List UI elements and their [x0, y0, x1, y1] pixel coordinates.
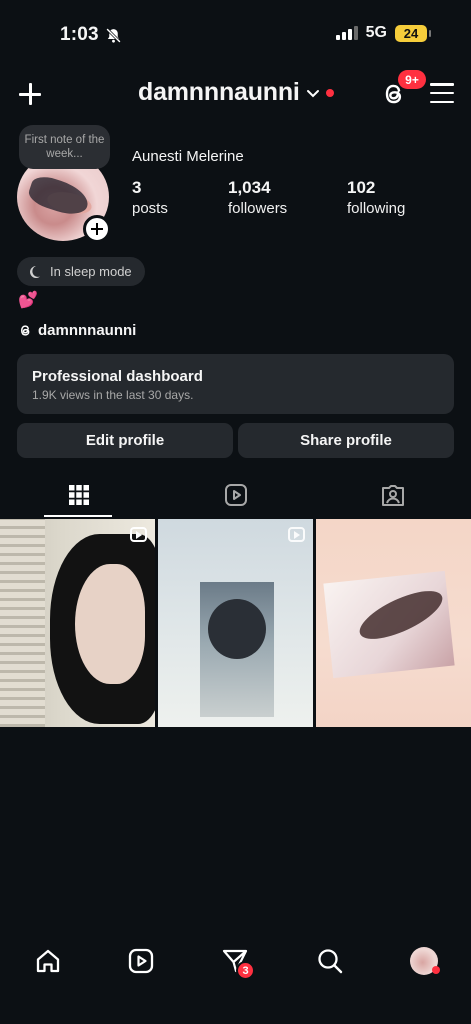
post-thumbnail[interactable] — [158, 519, 313, 727]
dashboard-subtitle: 1.9K views in the last 30 days. — [32, 388, 194, 402]
menu-button[interactable] — [430, 83, 454, 103]
note-bubble[interactable]: First note of the week... — [19, 125, 110, 169]
add-story-button[interactable] — [83, 215, 111, 243]
following-count: 102 — [347, 178, 376, 197]
professional-dashboard[interactable]: Professional dashboard 1.9K views in the… — [17, 354, 454, 414]
tab-tagged[interactable] — [314, 478, 471, 518]
post-thumbnail[interactable] — [316, 519, 471, 727]
notifications-badge: 9+ — [398, 70, 426, 89]
tab-grid[interactable] — [0, 478, 157, 518]
battery-icon: 24 — [395, 24, 431, 42]
dashboard-title: Professional dashboard — [32, 368, 203, 385]
battery-level: 24 — [403, 25, 419, 41]
following-label: following — [347, 200, 406, 217]
search-icon — [318, 949, 343, 974]
followers-stat[interactable]: 1,034 followers — [228, 178, 287, 217]
menu-line — [430, 83, 454, 86]
threads-handle: damnnnaunni — [38, 322, 137, 339]
nav-home[interactable] — [33, 946, 63, 976]
status-indicators: 5G 24 — [335, 24, 431, 42]
tagged-icon — [381, 485, 404, 506]
time-text: 1:03 — [60, 24, 99, 45]
nav-search[interactable] — [315, 946, 345, 976]
active-tab-indicator — [44, 515, 112, 517]
create-button[interactable] — [16, 80, 44, 108]
reel-icon — [130, 527, 147, 542]
threads-icon — [20, 325, 30, 336]
status-pill[interactable]: In sleep mode — [17, 257, 145, 286]
post-thumbnail[interactable] — [0, 519, 155, 727]
followers-label: followers — [228, 200, 288, 217]
edit-profile-button[interactable]: Edit profile — [17, 423, 233, 458]
menu-line — [430, 91, 454, 95]
status-pill-label: In sleep mode — [50, 264, 132, 279]
grid-icon — [68, 485, 89, 505]
following-stat[interactable]: 102 following — [347, 178, 405, 217]
account-switcher[interactable]: damnnnaunni — [138, 78, 334, 107]
posts-count: 3 — [132, 178, 142, 197]
unseen-dot — [325, 88, 334, 97]
reels-icon — [224, 484, 247, 506]
menu-line — [430, 100, 454, 103]
signal-icon — [335, 26, 358, 40]
username: damnnnaunni — [138, 78, 300, 106]
note-text: First note of the week... — [24, 134, 105, 160]
home-icon — [36, 949, 60, 973]
network-label: 5G — [365, 24, 387, 41]
tab-reels[interactable] — [157, 478, 314, 518]
reels-icon — [128, 948, 154, 974]
reel-icon — [288, 527, 305, 542]
threads-link[interactable]: damnnnaunni — [18, 322, 136, 339]
posts-label: posts — [132, 200, 168, 217]
bell-slash-icon — [105, 27, 121, 43]
messages-badge: 3 — [236, 961, 255, 980]
followers-count: 1,034 — [228, 178, 271, 197]
full-name: Aunesti Melerine — [132, 148, 244, 165]
share-profile-button[interactable]: Share profile — [238, 423, 454, 458]
nav-reels[interactable] — [126, 946, 156, 976]
status-time: 1:03 — [60, 24, 122, 46]
moon-icon — [30, 265, 40, 278]
posts-stat[interactable]: 3 posts — [132, 178, 168, 217]
bio-emoji: 💕 — [18, 292, 38, 309]
chevron-down-icon — [306, 89, 319, 97]
profile-notification-dot — [432, 966, 440, 974]
